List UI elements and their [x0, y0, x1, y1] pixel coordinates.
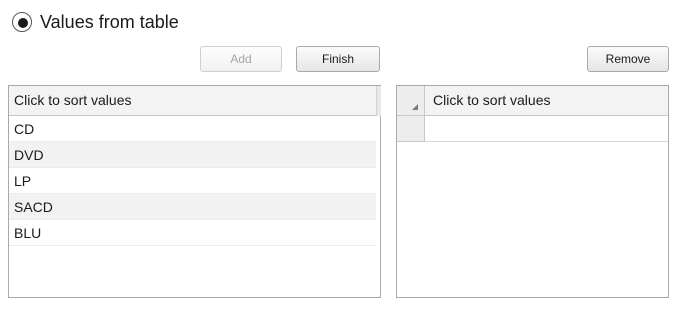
- values-from-table-label: Values from table: [40, 12, 179, 32]
- select-all-corner[interactable]: [397, 86, 425, 116]
- add-button[interactable]: Add: [200, 46, 282, 72]
- values-from-table-radio[interactable]: [12, 12, 32, 32]
- remove-button[interactable]: Remove: [587, 46, 669, 72]
- list-item[interactable]: LP: [9, 168, 376, 194]
- row-header[interactable]: [397, 116, 425, 142]
- available-values-list[interactable]: Click to sort values CD DVD LP SACD BLU: [8, 85, 381, 298]
- list-item[interactable]: DVD: [9, 142, 376, 168]
- left-header-resize-handle[interactable]: [376, 86, 381, 116]
- list-item[interactable]: BLU: [9, 220, 376, 246]
- list-item[interactable]: CD: [9, 116, 376, 142]
- list-item[interactable]: SACD: [9, 194, 376, 220]
- radio-selected-dot: [18, 18, 28, 28]
- left-sort-header[interactable]: Click to sort values: [9, 86, 376, 116]
- finish-button[interactable]: Finish: [296, 46, 380, 72]
- left-rows: CD DVD LP SACD BLU: [9, 116, 376, 246]
- corner-triangle-icon: [412, 104, 418, 110]
- right-sort-header[interactable]: Click to sort values: [425, 86, 668, 116]
- selected-values-table[interactable]: Click to sort values: [396, 85, 669, 298]
- table-cell[interactable]: [425, 116, 668, 142]
